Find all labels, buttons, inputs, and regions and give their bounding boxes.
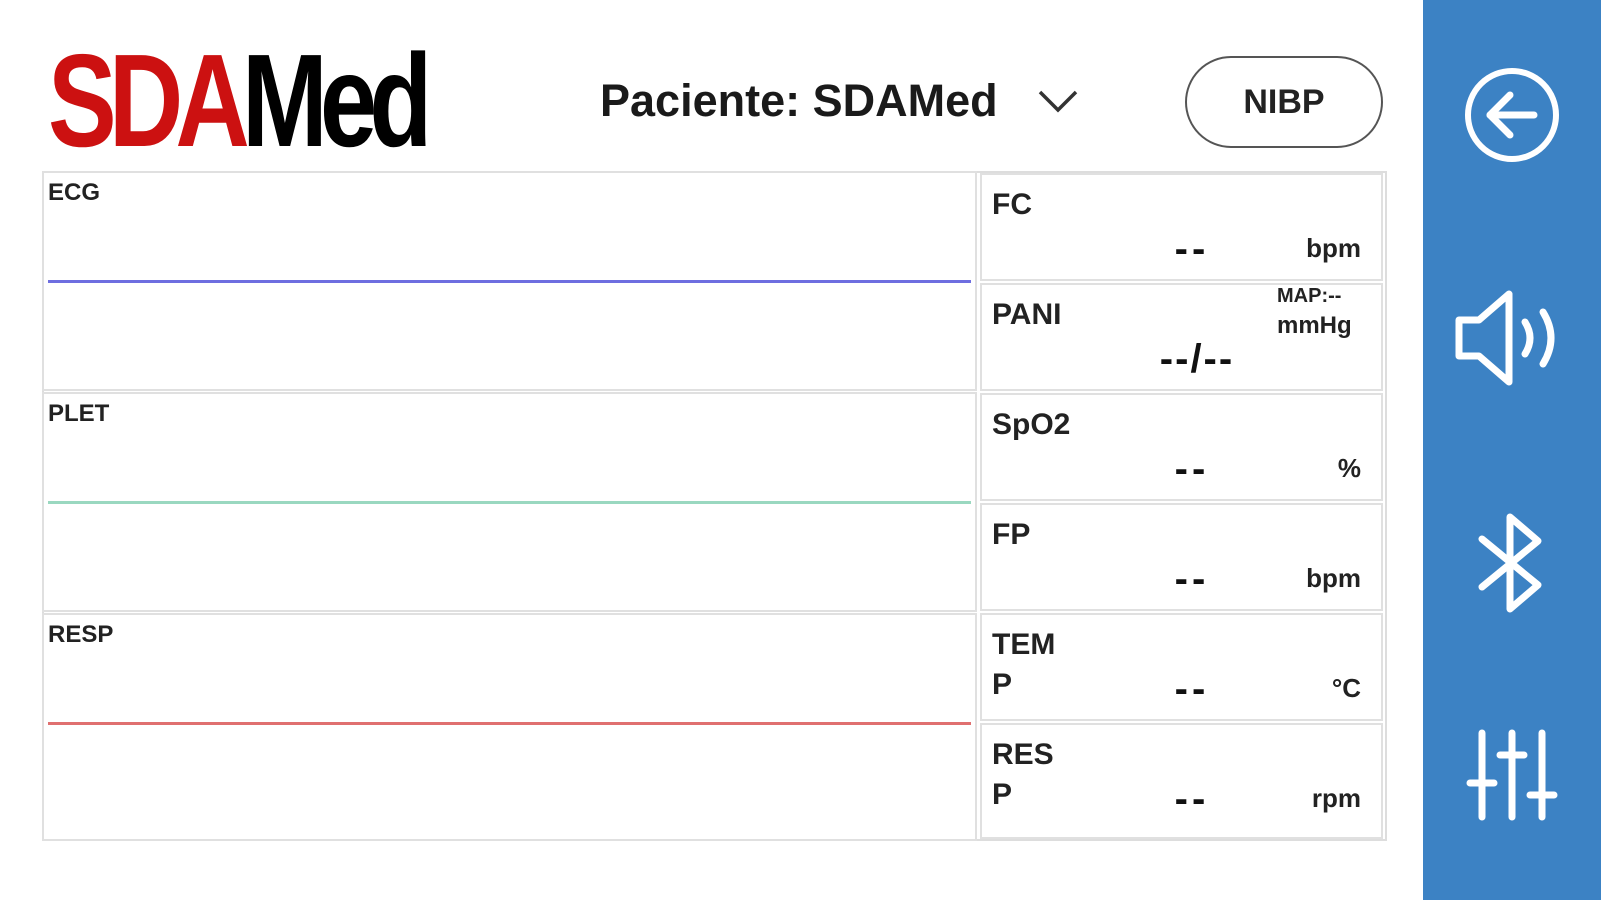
vital-value: --: [1174, 227, 1210, 271]
vital-unit: %: [1337, 453, 1361, 483]
vital-name: FP: [992, 518, 1031, 551]
vital-resp: RESP -- rpm: [980, 723, 1383, 839]
vital-unit: °C: [1331, 673, 1361, 703]
bluetooth-icon: [1478, 513, 1542, 613]
vital-spo2: SpO2 -- %: [980, 393, 1383, 501]
vital-name: SpO2: [992, 408, 1071, 441]
vital-name: RESP: [992, 738, 1054, 811]
vital-name: FC: [992, 188, 1032, 221]
plet-label: PLET: [48, 400, 110, 427]
vital-value: --: [1174, 557, 1210, 601]
vital-unit: bpm: [1306, 563, 1361, 593]
sidebar: [1423, 0, 1601, 900]
vital-fp: FP -- bpm: [980, 503, 1383, 611]
vital-pani: PANI --/-- MAP:-- mmHg: [980, 283, 1383, 391]
ecg-trace: [48, 280, 971, 283]
sound-button[interactable]: [1423, 278, 1601, 398]
chevron-down-icon: [1038, 90, 1077, 113]
nibp-button[interactable]: NIBP: [1185, 56, 1383, 148]
patient-selector[interactable]: Paciente: SDAMed: [600, 75, 1080, 127]
vital-unit: bpm: [1306, 233, 1361, 263]
vital-name: PANI: [992, 298, 1062, 331]
bluetooth-button[interactable]: [1423, 503, 1601, 623]
sliders-icon: [1466, 729, 1558, 821]
vital-temp: TEMP -- °C: [980, 613, 1383, 721]
vital-value: --: [1174, 777, 1210, 821]
back-icon: [1465, 68, 1559, 162]
resp-wave-label: RESP: [48, 621, 114, 648]
plet-wave-panel: PLET: [42, 392, 977, 612]
vital-value: --: [1174, 667, 1210, 711]
sdamed-logo: SDAMed: [48, 27, 432, 174]
resp-trace: [48, 722, 971, 725]
vital-unit: rpm: [1311, 783, 1361, 813]
ecg-label: ECG: [48, 179, 101, 206]
vital-fc: FC -- bpm: [980, 173, 1383, 281]
patient-label: Paciente: SDAMed: [600, 75, 998, 126]
vital-name: TEMP: [992, 628, 1056, 701]
vital-unit: MAP:-- mmHg: [1277, 285, 1369, 345]
vital-value: --/--: [1159, 337, 1235, 381]
speaker-icon: [1455, 290, 1555, 386]
map-value: MAP:--: [1277, 285, 1342, 307]
settings-button[interactable]: [1423, 715, 1601, 835]
plet-trace: [48, 501, 971, 504]
map-unit: mmHg: [1277, 312, 1352, 339]
ecg-wave-panel: ECG: [42, 171, 977, 391]
vital-value: --: [1174, 447, 1210, 491]
resp-wave-panel: RESP: [42, 613, 977, 841]
back-button[interactable]: [1423, 55, 1601, 175]
